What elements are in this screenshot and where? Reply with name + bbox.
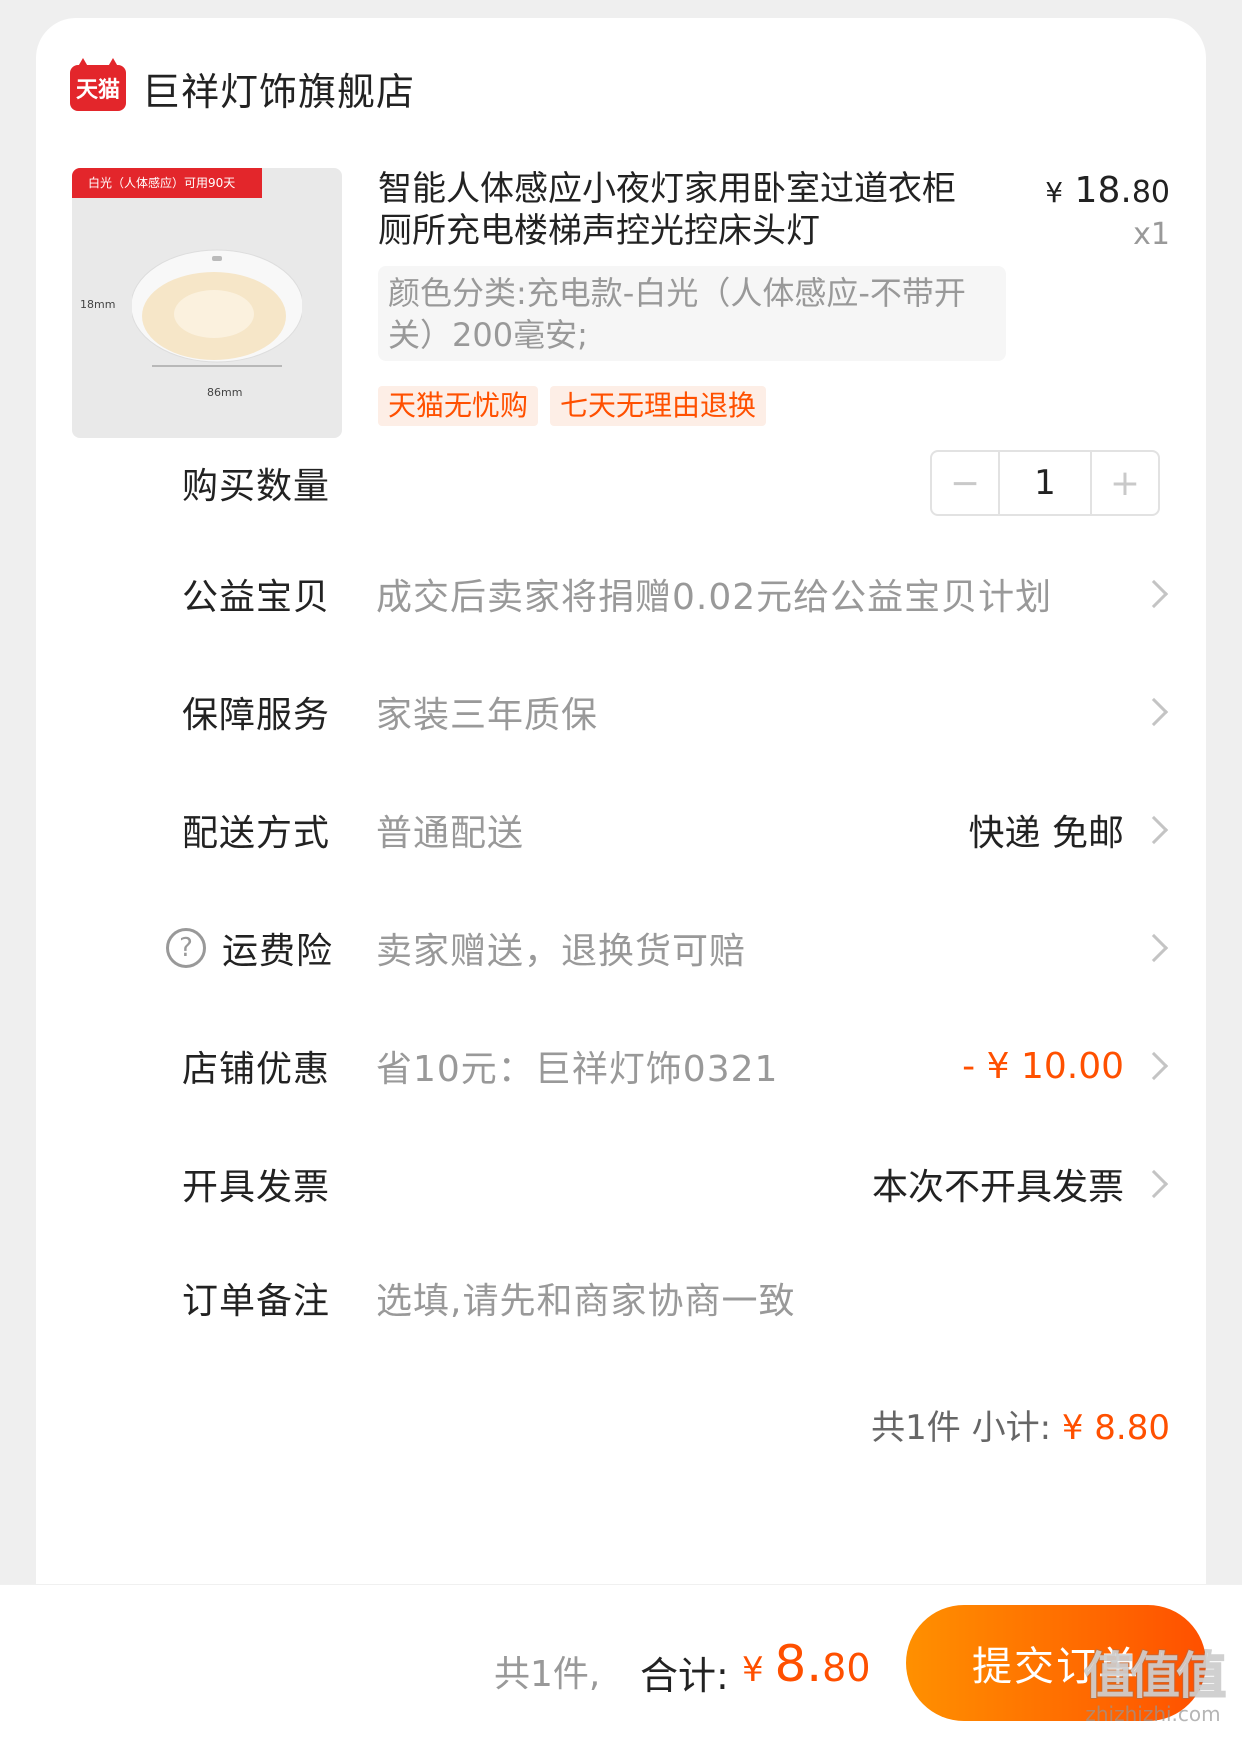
delivery-label: 配送方式 [182,813,331,854]
quantity-stepper[interactable]: − 1 + [930,450,1160,516]
shipping-insurance-label: 运费险 [222,931,334,972]
chevron-right-icon [1139,697,1169,727]
chevron-right-icon [1139,1051,1169,1081]
unit-price: ¥ 18.80 [1045,170,1170,211]
quantity-label: 购买数量 [182,466,331,507]
watermark-logo: 值值值 zhizhizhi.com [1083,1646,1227,1726]
total-label: 合计: [640,1654,729,1698]
shop-header[interactable]: 天猫 巨祥灯饰旗舰店 [70,58,415,118]
plus-button[interactable]: + [1092,452,1158,514]
shop-discount-value: 省10元：巨祥灯饰0321 [376,1049,779,1090]
order-note-input[interactable]: 选填,请先和商家协商一致 [376,1272,795,1324]
order-card: 天猫 巨祥灯饰旗舰店 白光（人体感应）可用90天 18mm 86mm 智能人体感… [36,18,1206,1718]
image-banner: 白光（人体感应）可用90天 [72,168,262,198]
row-shop-discount[interactable]: 店铺优惠 省10元：巨祥灯饰0321 - ¥ 10.00 [36,1036,1206,1096]
quantity-value[interactable]: 1 [998,452,1092,514]
tmall-logo: 天猫 [70,65,126,111]
chevron-right-icon [1139,815,1169,845]
row-order-note: 订单备注 选填,请先和商家协商一致 [36,1268,1206,1328]
dimension-height: 18mm [80,298,116,311]
dimension-width: 86mm [207,386,243,399]
row-quantity: 购买数量 − 1 + [36,450,1206,516]
total-amount: ¥ 8.80 [742,1635,871,1693]
chevron-right-icon [1139,1169,1169,1199]
service-tags: 天猫无忧购 七天无理由退换 [378,386,767,426]
sku-selector[interactable]: 颜色分类:充电款-白光（人体感应-不带开关）200毫安; [378,266,1006,361]
row-shipping-insurance[interactable]: ? 运费险 卖家赠送，退换货可赔 [36,918,1206,978]
invoice-label: 开具发票 [182,1167,331,1208]
chevron-right-icon [1139,933,1169,963]
shop-discount-label: 店铺优惠 [182,1049,331,1090]
warranty-value: 家装三年质保 [376,695,599,736]
product-image[interactable]: 白光（人体感应）可用90天 18mm 86mm [72,168,342,438]
lamp-illustration [132,249,302,367]
tag-worry-free: 天猫无忧购 [378,386,539,426]
minus-button[interactable]: − [932,452,998,514]
invoice-value: 本次不开具发票 [871,1167,1124,1208]
charity-label: 公益宝贝 [182,577,331,618]
discount-amount: - ¥ 10.00 [962,1045,1124,1087]
quantity-mark: x1 [1133,217,1170,252]
row-invoice[interactable]: 开具发票 本次不开具发票 [36,1154,1206,1214]
warranty-label: 保障服务 [182,695,331,736]
row-charity[interactable]: 公益宝贝 成交后卖家将捐赠0.02元给公益宝贝计划 [36,564,1206,624]
help-icon[interactable]: ? [166,928,206,968]
subtotal: 共1件 小计: ¥ 8.80 [871,1408,1170,1448]
tag-7day-return: 七天无理由退换 [550,386,767,426]
order-note-label: 订单备注 [182,1281,331,1322]
shop-name[interactable]: 巨祥灯饰旗舰店 [142,61,415,116]
item-count: 共1件, [494,1654,601,1695]
row-warranty[interactable]: 保障服务 家装三年质保 [36,682,1206,742]
delivery-value: 普通配送 [376,813,525,854]
product-title[interactable]: 智能人体感应小夜灯家用卧室过道衣柜厕所充电楼梯声控光控床头灯 [378,168,968,252]
delivery-method: 快递 免邮 [968,813,1124,854]
charity-value: 成交后卖家将捐赠0.02元给公益宝贝计划 [376,577,1053,618]
row-delivery[interactable]: 配送方式 普通配送 快递 免邮 [36,800,1206,860]
shipping-insurance-value: 卖家赠送，退换货可赔 [376,931,747,972]
checkout-bar: 共1件, 合计: ¥ 8.80 提交订单 [0,1584,1242,1744]
price-block: ¥ 18.80 x1 [1045,170,1170,252]
chevron-right-icon [1139,579,1169,609]
